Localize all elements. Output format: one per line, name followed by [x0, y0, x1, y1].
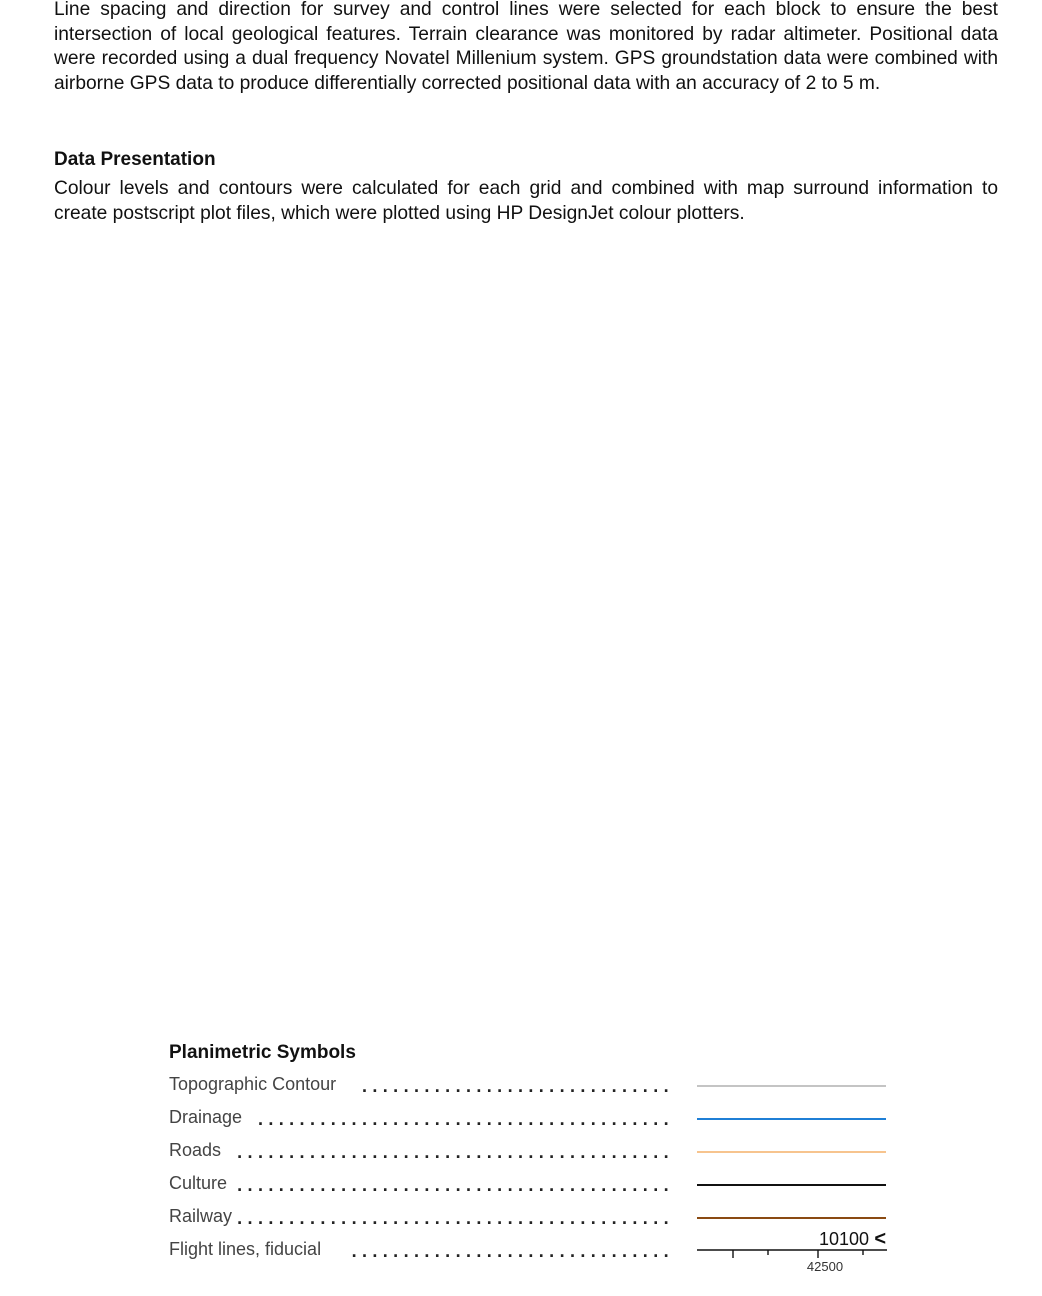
- leader-dots: ........................................…: [237, 1208, 674, 1228]
- legend-label: Roads: [169, 1140, 222, 1160]
- legend-row-culture: Culture ................................…: [169, 1171, 889, 1197]
- flight-line-symbol: 10100 < 42500: [697, 1228, 887, 1274]
- drainage-line-symbol: [697, 1118, 886, 1120]
- legend-row-drainage: Drainage ...............................…: [169, 1105, 889, 1131]
- leader-dots: ...............................: [351, 1241, 674, 1261]
- legend-row-flight-lines: Flight lines, fiducial .................…: [169, 1228, 889, 1274]
- roads-line-symbol: [697, 1151, 886, 1153]
- legend-label: Topographic Contour: [169, 1074, 337, 1094]
- fiducial-number: 42500: [807, 1259, 843, 1274]
- legend-label: Railway: [169, 1206, 233, 1226]
- leader-dots: ..............................: [361, 1076, 674, 1096]
- section-heading-data-presentation: Data Presentation: [54, 149, 216, 170]
- culture-line-symbol: [697, 1184, 886, 1186]
- topographic-contour-line-symbol: [697, 1085, 886, 1087]
- leader-dots: ........................................…: [237, 1142, 674, 1162]
- legend-row-topographic-contour: Topographic Contour ....................…: [169, 1072, 889, 1098]
- leader-dots: ........................................…: [237, 1175, 674, 1195]
- legend-row-roads: Roads ..................................…: [169, 1138, 889, 1164]
- direction-arrow-icon: <: [874, 1228, 886, 1250]
- legend-label: Flight lines, fiducial: [169, 1239, 322, 1259]
- legend-label: Culture: [169, 1173, 228, 1193]
- flight-line-number: 10100: [819, 1229, 869, 1249]
- leader-dots: ........................................: [257, 1109, 674, 1129]
- legend-title: Planimetric Symbols: [169, 1042, 356, 1063]
- body-paragraph-survey: Line spacing and direction for survey an…: [54, 0, 998, 94]
- legend-label: Drainage: [169, 1107, 243, 1127]
- body-paragraph-data-presentation: Colour levels and contours were calculat…: [54, 178, 998, 224]
- railway-line-symbol: [697, 1217, 886, 1219]
